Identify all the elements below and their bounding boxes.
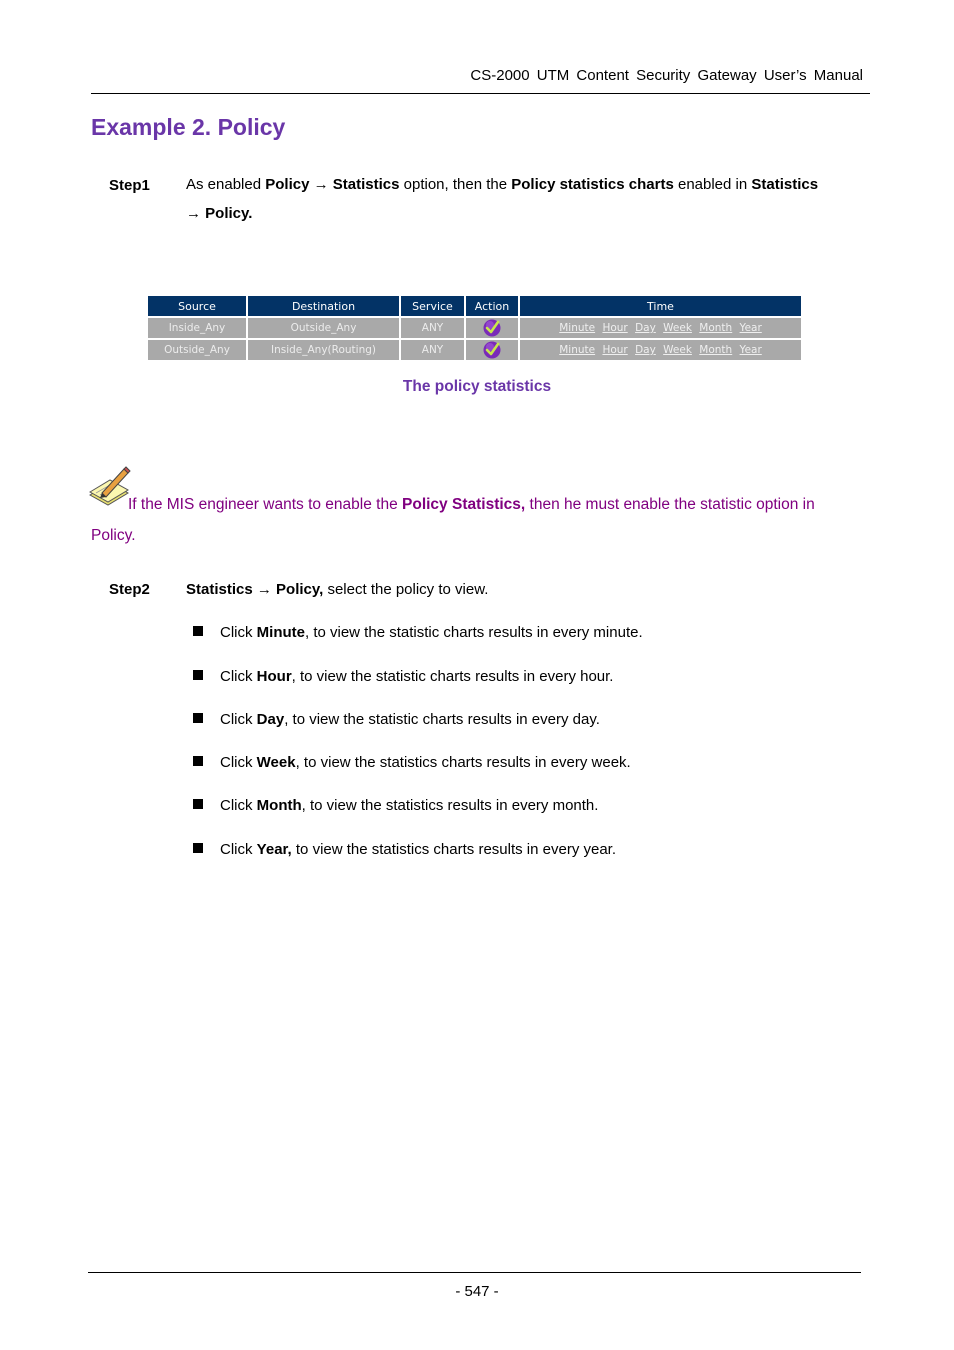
bullet-text: Click (220, 754, 257, 771)
bullet-text: Click (220, 668, 257, 685)
bullet-bold: Minute (256, 624, 305, 641)
bullet-text: Click (220, 797, 257, 814)
step1-bold-charts: Policy statistics charts (511, 176, 674, 193)
page-number: - 547 - (455, 1283, 499, 1300)
step2-label: Step2 (109, 581, 150, 598)
list-item: Click Month, to view the statistics resu… (193, 797, 598, 814)
list-item: Click Hour, to view the statistic charts… (193, 668, 613, 685)
figure-caption: The policy statistics (402, 378, 552, 395)
bullet-square-icon (193, 713, 203, 723)
bullet-text: , to view the statistic charts results i… (291, 668, 614, 685)
bullet-text: Click (220, 841, 257, 858)
column-header-destination: Destination (248, 296, 399, 316)
link-minute[interactable]: Minute (559, 344, 595, 356)
table-header-row: Source Destination Service Action Time (148, 296, 801, 316)
bullet-bold: Week (256, 754, 296, 771)
header-divider (91, 93, 870, 94)
bullet-text: Click (220, 624, 257, 641)
policy-statistics-table: Source Destination Service Action Time I… (146, 294, 803, 362)
step2-text: Statistics → Policy, select the policy t… (186, 581, 488, 598)
bullet-bold: Day (256, 711, 285, 728)
bullet-text: , to view the statistic charts results i… (284, 711, 600, 728)
note-text: If the MIS engineer wants to enable the … (91, 489, 861, 551)
cell-action (466, 318, 518, 338)
link-year[interactable]: Year (740, 344, 762, 356)
step1-text: As enabled Policy → Statistics option, t… (186, 170, 866, 228)
step1-label: Step1 (109, 177, 150, 194)
list-item: Click Week, to view the statistics chart… (193, 754, 631, 771)
step2-arrow: → (252, 581, 277, 598)
list-item: Click Day, to view the statistic charts … (193, 711, 600, 728)
link-minute[interactable]: Minute (559, 322, 595, 334)
bullet-square-icon (193, 843, 203, 853)
cell-action (466, 340, 518, 360)
manual-header-title: CS-2000 UTM Content Security Gateway Use… (470, 67, 863, 84)
step1-arrow: → (309, 176, 333, 193)
cell-source: Outside_Any (148, 340, 246, 360)
cell-time-links: Minute Hour Day Week Month Year (520, 318, 801, 338)
link-month[interactable]: Month (699, 344, 732, 356)
note-text-before: If the MIS engineer wants to enable the (128, 496, 403, 513)
bullet-square-icon (193, 799, 203, 809)
column-header-source: Source (148, 296, 246, 316)
link-hour[interactable]: Hour (602, 344, 627, 356)
step2-bold-policy: Policy, (276, 581, 324, 598)
link-week[interactable]: Week (663, 344, 692, 356)
link-year[interactable]: Year (740, 322, 762, 334)
cell-destination: Outside_Any (248, 318, 399, 338)
cell-destination: Inside_Any(Routing) (248, 340, 399, 360)
step1-text-part: option, then the (399, 176, 512, 193)
bullet-text: , to view the statistic charts results i… (305, 624, 643, 641)
bullet-square-icon (193, 626, 203, 636)
note-bold-policy-statistics: Policy Statistics, (402, 496, 526, 513)
column-header-action: Action (466, 296, 518, 316)
cell-time-links: Minute Hour Day Week Month Year (520, 340, 801, 360)
check-circle-icon (483, 341, 501, 359)
list-item: Click Minute, to view the statistic char… (193, 624, 643, 641)
cell-source: Inside_Any (148, 318, 246, 338)
step1-bold-statistics-2: Statistics (751, 176, 819, 193)
list-item: Click Year, to view the statistics chart… (193, 841, 616, 858)
table-row: Inside_Any Outside_Any ANY Minute Hour D… (148, 318, 801, 338)
step1-bold-policy: Policy (265, 176, 310, 193)
link-hour[interactable]: Hour (602, 322, 627, 334)
bullet-text: , to view the statistics charts results … (295, 754, 631, 771)
step2-rest: select the policy to view. (323, 581, 489, 598)
step2-bold-statistics: Statistics (186, 581, 253, 598)
link-week[interactable]: Week (663, 322, 692, 334)
bullet-text: , to view the statistics results in ever… (301, 797, 599, 814)
check-circle-icon (483, 319, 501, 337)
column-header-service: Service (401, 296, 464, 316)
bullet-text: Click (220, 711, 257, 728)
section-title: Example 2. Policy (91, 114, 286, 140)
footer-divider (88, 1272, 861, 1273)
bullet-bold: Month (256, 797, 302, 814)
table-row: Outside_Any Inside_Any(Routing) ANY Minu… (148, 340, 801, 360)
bullet-bold: Year, (256, 841, 292, 858)
link-day[interactable]: Day (635, 322, 656, 334)
step1-text-part: As enabled (186, 176, 266, 193)
step1-text-part: enabled in (673, 176, 752, 193)
column-header-time: Time (520, 296, 801, 316)
bullet-square-icon (193, 670, 203, 680)
link-month[interactable]: Month (699, 322, 732, 334)
step1-bold-policy-2: → Policy. (186, 205, 253, 222)
cell-service: ANY (401, 318, 464, 338)
link-day[interactable]: Day (635, 344, 656, 356)
bullet-text: to view the statistics charts results in… (291, 841, 617, 858)
bullet-square-icon (193, 756, 203, 766)
step1-bold-statistics: Statistics (332, 176, 400, 193)
bullet-bold: Hour (256, 668, 292, 685)
cell-service: ANY (401, 340, 464, 360)
